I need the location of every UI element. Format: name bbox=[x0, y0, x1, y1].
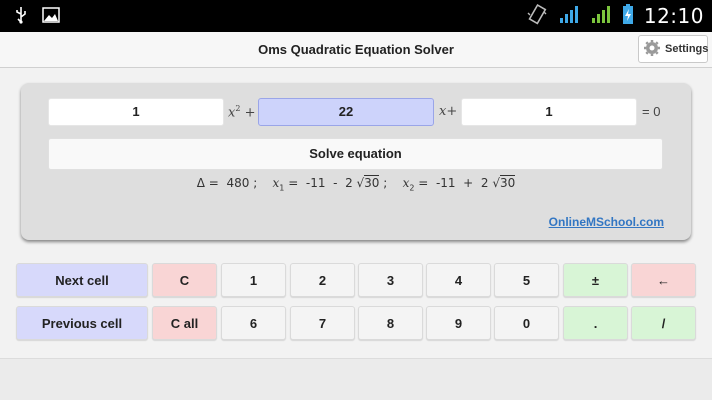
vibrate-icon bbox=[526, 3, 548, 30]
key-2[interactable]: 2 bbox=[290, 263, 355, 297]
key-0[interactable]: 0 bbox=[494, 306, 559, 340]
key-1[interactable]: 1 bbox=[221, 263, 286, 297]
decimal-point-button[interactable]: . bbox=[563, 306, 628, 340]
page-title: Oms Quadratic Equation Solver bbox=[258, 42, 454, 57]
plus-minus-button[interactable]: ± bbox=[563, 263, 628, 297]
previous-cell-button[interactable]: Previous cell bbox=[16, 306, 148, 340]
coefficient-c-input[interactable]: 1 bbox=[461, 98, 637, 126]
coefficient-a-input[interactable]: 1 bbox=[48, 98, 224, 126]
solution-result: Δ = 480 ; x1 = -11 - 2 √30 ; x2 = -11 + … bbox=[196, 175, 516, 193]
equals-zero-label: = 0 bbox=[642, 104, 661, 119]
gear-icon bbox=[643, 39, 661, 60]
settings-button[interactable]: Settings bbox=[638, 35, 708, 63]
settings-label: Settings bbox=[665, 43, 709, 55]
fraction-slash-button[interactable]: / bbox=[631, 306, 696, 340]
cell-signal-icon bbox=[590, 3, 612, 30]
battery-charging-icon bbox=[622, 3, 634, 30]
x1-value: -11 - 2 √ bbox=[305, 176, 365, 190]
key-3[interactable]: 3 bbox=[358, 263, 423, 297]
equation-panel: 1 x2 + 22 x+ 1 = 0 Solve equation Δ = 48… bbox=[21, 83, 691, 240]
onlinemschool-link[interactable]: OnlineMSchool.com bbox=[549, 215, 664, 229]
app-header: Oms Quadratic Equation Solver Settings bbox=[0, 32, 712, 68]
status-bar: 12:10 bbox=[0, 0, 712, 32]
footer-bar bbox=[0, 358, 712, 400]
key-8[interactable]: 8 bbox=[358, 306, 423, 340]
next-cell-button[interactable]: Next cell bbox=[16, 263, 148, 297]
solve-equation-button[interactable]: Solve equation bbox=[48, 138, 663, 170]
coefficient-b-input[interactable]: 22 bbox=[258, 98, 434, 126]
delta-symbol: Δ bbox=[196, 176, 205, 190]
clear-button[interactable]: C bbox=[152, 263, 217, 297]
x2-value: -11 + 2 √ bbox=[435, 176, 500, 190]
wifi-signal-icon bbox=[558, 3, 580, 30]
clear-all-button[interactable]: C all bbox=[152, 306, 217, 340]
delta-value: 480 bbox=[226, 176, 250, 190]
key-7[interactable]: 7 bbox=[290, 306, 355, 340]
backspace-button[interactable]: ← bbox=[631, 263, 696, 297]
key-4[interactable]: 4 bbox=[426, 263, 491, 297]
image-icon bbox=[42, 7, 60, 28]
key-5[interactable]: 5 bbox=[494, 263, 559, 297]
x-term: x+ bbox=[439, 104, 458, 119]
usb-icon bbox=[14, 6, 28, 29]
key-9[interactable]: 9 bbox=[426, 306, 491, 340]
x-squared-term: x2 + bbox=[228, 104, 256, 121]
clock: 12:10 bbox=[643, 4, 704, 28]
key-6[interactable]: 6 bbox=[221, 306, 286, 340]
